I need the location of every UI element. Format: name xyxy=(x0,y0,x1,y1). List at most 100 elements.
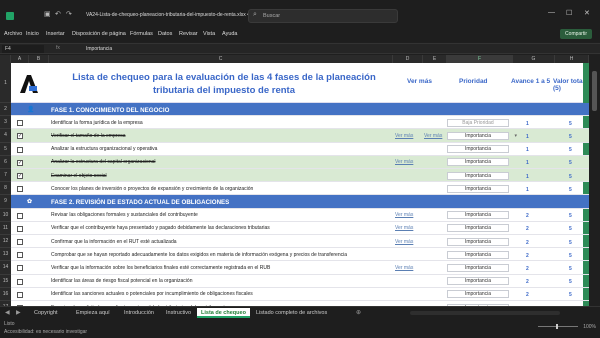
avance-value[interactable]: 2 xyxy=(526,279,529,285)
avance-value[interactable]: 2 xyxy=(526,253,529,259)
avance-value[interactable]: 2 xyxy=(526,266,529,272)
maximize-icon[interactable]: ☐ xyxy=(566,9,572,17)
priority-dropdown[interactable]: Importancia xyxy=(447,145,509,154)
tab-formulas[interactable]: Fórmulas xyxy=(130,31,153,37)
prev-sheet-icon[interactable]: ◀ xyxy=(5,309,10,316)
ver-mas-link[interactable]: Ver más xyxy=(395,265,413,271)
undo-icon[interactable]: ↶ xyxy=(55,10,61,18)
row-header[interactable]: 15 xyxy=(0,274,11,288)
avance-value[interactable]: 2 xyxy=(526,226,529,232)
tab-revisar[interactable]: Revisar xyxy=(179,31,198,37)
avance-value[interactable]: 2 xyxy=(526,213,529,219)
avance-value[interactable]: 2 xyxy=(526,292,529,298)
priority-dropdown[interactable]: Importancia xyxy=(447,211,509,220)
tab-archivo[interactable]: Archivo xyxy=(4,31,22,37)
tab-vista[interactable]: Vista xyxy=(203,31,215,37)
avance-value[interactable]: 1 xyxy=(526,134,529,140)
priority-dropdown[interactable]: Importancia xyxy=(447,171,509,180)
column-header-f[interactable]: F xyxy=(447,55,513,63)
priority-dropdown[interactable]: Importancia xyxy=(447,263,509,272)
task-checkbox[interactable] xyxy=(17,225,23,232)
tab-inicio[interactable]: Inicio xyxy=(26,31,39,37)
next-sheet-icon[interactable]: ▶ xyxy=(16,309,21,316)
row-header[interactable]: 5 xyxy=(0,142,11,156)
tab-ayuda[interactable]: Ayuda xyxy=(222,31,238,37)
ver-mas-link[interactable]: Ver más xyxy=(395,159,413,165)
column-header-e[interactable]: E xyxy=(423,55,447,63)
row-header[interactable]: 8 xyxy=(0,182,11,196)
column-header-h[interactable]: H xyxy=(555,55,589,63)
ver-mas-link[interactable]: Ver más xyxy=(395,239,413,245)
minimize-icon[interactable]: — xyxy=(548,9,555,16)
task-checkbox[interactable]: ✓ xyxy=(17,159,23,166)
task-checkbox[interactable] xyxy=(17,186,23,193)
ver-mas-link[interactable]: Ver más xyxy=(395,225,413,231)
column-header-a[interactable]: A xyxy=(11,55,29,63)
avance-value[interactable]: 1 xyxy=(526,187,529,193)
column-header-d[interactable]: D xyxy=(393,55,423,63)
column-header-c[interactable]: C xyxy=(49,55,393,63)
task-checkbox[interactable] xyxy=(17,291,23,298)
row-header[interactable]: 10 xyxy=(0,208,11,222)
sheet-tab-empieza-aqui[interactable]: Empieza aquí xyxy=(72,308,114,318)
redo-icon[interactable]: ↷ xyxy=(66,10,72,18)
row-header[interactable]: 1 xyxy=(0,63,11,103)
zoom-level[interactable]: 100% xyxy=(583,324,596,330)
priority-dropdown[interactable]: Importancia xyxy=(447,158,509,167)
ver-mas-link[interactable]: Ver más xyxy=(424,133,442,139)
sheet-tab-introduccion[interactable]: Introducción xyxy=(120,308,158,318)
priority-dropdown[interactable]: Baja Prioridad xyxy=(447,118,509,127)
task-checkbox[interactable] xyxy=(17,239,23,246)
priority-dropdown[interactable]: Importancia xyxy=(447,184,509,193)
priority-dropdown[interactable]: Importancia xyxy=(447,290,509,299)
task-checkbox[interactable] xyxy=(17,252,23,259)
tab-datos[interactable]: Datos xyxy=(158,31,172,37)
save-icon[interactable]: ▣ xyxy=(44,10,51,18)
avance-value[interactable]: 1 xyxy=(526,147,529,153)
search-box[interactable]: ⌕ Buscar xyxy=(248,9,398,23)
formula-input[interactable]: Importancia xyxy=(86,46,112,52)
priority-dropdown[interactable]: Importancia xyxy=(447,277,509,286)
share-button[interactable]: Compartir xyxy=(560,29,592,39)
task-checkbox[interactable] xyxy=(17,146,23,153)
task-checkbox[interactable] xyxy=(17,212,23,219)
priority-dropdown[interactable]: Importancia xyxy=(447,250,509,259)
zoom-slider[interactable] xyxy=(538,324,578,329)
sheet-tab-listado-completo[interactable]: Listado completo de archivos xyxy=(252,308,331,318)
avance-value[interactable]: 1 xyxy=(526,160,529,166)
spreadsheet-grid[interactable]: Lista de chequeo para la evaluación de l… xyxy=(11,63,589,306)
task-checkbox[interactable] xyxy=(17,278,23,285)
row-header[interactable]: 7 xyxy=(0,169,11,183)
column-header-b[interactable]: B xyxy=(29,55,49,63)
avance-value[interactable]: 1 xyxy=(526,121,529,127)
sheet-tab-copyright[interactable]: Copyright xyxy=(30,308,62,318)
scroll-thumb[interactable] xyxy=(592,71,597,111)
ver-mas-link[interactable]: Ver más xyxy=(395,133,413,139)
row-header[interactable]: 4 xyxy=(0,129,11,143)
avance-value[interactable]: 1 xyxy=(526,174,529,180)
column-header-g[interactable]: G xyxy=(513,55,555,63)
avance-value[interactable]: 2 xyxy=(526,240,529,246)
vertical-scrollbar[interactable] xyxy=(589,63,600,306)
row-header[interactable]: 6 xyxy=(0,155,11,169)
task-checkbox[interactable]: ✓ xyxy=(17,173,23,180)
ver-mas-link[interactable]: Ver más xyxy=(395,212,413,218)
row-header[interactable]: 16 xyxy=(0,287,11,301)
task-checkbox[interactable] xyxy=(17,265,23,272)
horizontal-scrollbar[interactable] xyxy=(410,311,560,315)
row-header[interactable]: 3 xyxy=(0,116,11,130)
name-box[interactable]: F4 xyxy=(2,45,44,53)
sheet-tab-instructivo[interactable]: Instructivo xyxy=(162,308,195,318)
add-sheet-icon[interactable]: ⊕ xyxy=(356,309,361,316)
sheet-tab-lista-de-chequeo[interactable]: Lista de chequeo xyxy=(197,308,250,318)
row-header[interactable]: 12 xyxy=(0,235,11,249)
priority-dropdown[interactable]: Importancia xyxy=(447,224,509,233)
row-header[interactable]: 11 xyxy=(0,221,11,235)
tab-insertar[interactable]: Insertar xyxy=(46,31,65,37)
priority-dropdown[interactable]: Importancia xyxy=(447,131,517,140)
row-header[interactable]: 2 xyxy=(0,103,11,117)
row-header[interactable]: 9 xyxy=(0,195,11,209)
select-all-corner[interactable] xyxy=(0,55,11,63)
tab-disposicion[interactable]: Disposición de página xyxy=(72,31,126,37)
task-checkbox[interactable]: ✓ xyxy=(17,133,23,140)
